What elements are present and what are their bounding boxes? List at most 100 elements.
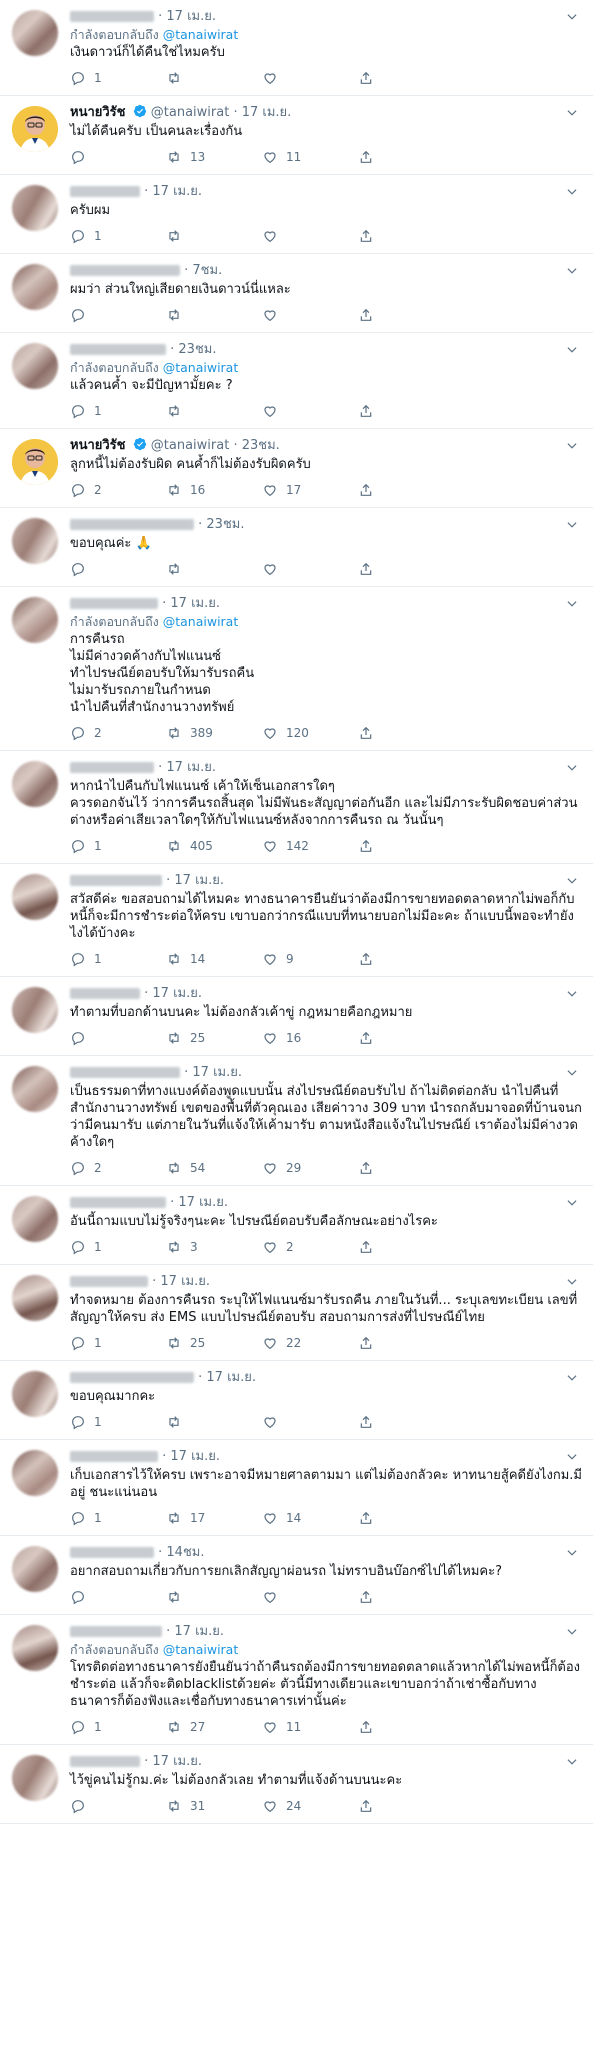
avatar[interactable]	[12, 1371, 58, 1417]
tweet[interactable]: · 17 เม.ย. ขอบคุณมากคะ 1	[0, 1361, 593, 1440]
share-button[interactable]	[358, 482, 382, 498]
avatar[interactable]	[12, 185, 58, 231]
timestamp[interactable]: 17 เม.ย.	[206, 1370, 256, 1385]
avatar[interactable]	[12, 1546, 58, 1592]
reply-handle-link[interactable]: @tanaiwirat	[163, 27, 239, 42]
like-button[interactable]	[262, 403, 358, 419]
reply-button[interactable]: 1	[70, 1719, 166, 1735]
avatar[interactable]	[12, 874, 58, 920]
retweet-button[interactable]	[166, 1414, 262, 1430]
timestamp[interactable]: 17 เม.ย.	[166, 760, 216, 775]
retweet-button[interactable]: 25	[166, 1335, 262, 1351]
avatar[interactable]	[12, 1755, 58, 1801]
chevron-down-icon[interactable]	[565, 597, 579, 611]
reply-button[interactable]: 2	[70, 482, 166, 498]
share-button[interactable]	[358, 1239, 382, 1255]
share-button[interactable]	[358, 228, 382, 244]
chevron-down-icon[interactable]	[565, 987, 579, 1001]
tweet[interactable]: หนายวิรัช @tanaiwirat · 23ชม. ลูกหนี้ไม่…	[0, 429, 593, 508]
like-button[interactable]	[262, 1414, 358, 1430]
share-button[interactable]	[358, 561, 382, 577]
reply-handle-link[interactable]: @tanaiwirat	[163, 360, 239, 375]
tweet[interactable]: · 17 เม.ย. สวัสดีค่ะ ขอสอบถามได้ไหมคะ ทา…	[0, 864, 593, 977]
timestamp[interactable]: 23ชม.	[242, 438, 280, 453]
like-button[interactable]	[262, 70, 358, 86]
share-button[interactable]	[358, 149, 382, 165]
share-button[interactable]	[358, 1510, 382, 1526]
tweet[interactable]: · 23ชม. ขอบคุณค่ะ 🙏	[0, 508, 593, 587]
timestamp[interactable]: 17 เม.ย.	[242, 105, 292, 120]
tweet[interactable]: · 23ชม. กำลังตอบกลับถึง @tanaiwirat แล้ว…	[0, 333, 593, 429]
share-button[interactable]	[358, 307, 382, 323]
reply-button[interactable]: 2	[70, 725, 166, 741]
share-button[interactable]	[358, 725, 382, 741]
retweet-button[interactable]: 16	[166, 482, 262, 498]
tweet[interactable]: · 7ชม. ผมว่า ส่วนใหญ่เสียดายเงินดาวน์นี่…	[0, 254, 593, 333]
like-button[interactable]: 11	[262, 149, 358, 165]
tweet[interactable]: หนายวิรัช @tanaiwirat · 17 เม.ย. ไม่ได้ค…	[0, 96, 593, 175]
avatar[interactable]	[12, 1275, 58, 1321]
timestamp[interactable]: 17 เม.ย.	[174, 1624, 224, 1639]
tweet[interactable]: · 17 เม.ย. ไว้ขู่คนไม่รู้กม.ค่ะ ไม่ต้องก…	[0, 1745, 593, 1824]
retweet-button[interactable]	[166, 307, 262, 323]
like-button[interactable]: 17	[262, 482, 358, 498]
share-button[interactable]	[358, 1030, 382, 1046]
timestamp[interactable]: 17 เม.ย.	[152, 184, 202, 199]
tweet[interactable]: · 17 เม.ย. กำลังตอบกลับถึง @tanaiwirat ก…	[0, 587, 593, 751]
share-button[interactable]	[358, 1414, 382, 1430]
like-button[interactable]: 9	[262, 951, 358, 967]
tweet[interactable]: · 17 เม.ย. เป็นธรรมดาที่ทางแบงค์ต้องพูดแ…	[0, 1056, 593, 1186]
like-button[interactable]: 14	[262, 1510, 358, 1526]
share-button[interactable]	[358, 838, 382, 854]
like-button[interactable]: 11	[262, 1719, 358, 1735]
retweet-button[interactable]: 25	[166, 1030, 262, 1046]
share-button[interactable]	[358, 1160, 382, 1176]
display-name[interactable]: หนายวิรัช	[70, 105, 125, 120]
chevron-down-icon[interactable]	[565, 761, 579, 775]
tweet[interactable]: · 17 เม.ย. ครับผม 1	[0, 175, 593, 254]
reply-button[interactable]: 1	[70, 1239, 166, 1255]
chevron-down-icon[interactable]	[565, 1625, 579, 1639]
avatar[interactable]	[12, 518, 58, 564]
chevron-down-icon[interactable]	[565, 518, 579, 532]
reply-button[interactable]: 1	[70, 1510, 166, 1526]
avatar-tanaiwirat[interactable]	[12, 439, 58, 485]
avatar[interactable]	[12, 10, 58, 56]
display-name[interactable]: หนายวิรัช	[70, 438, 125, 453]
tweet[interactable]: · 17 เม.ย. ทำตามที่บอกด้านบนคะ ไม่ต้องกล…	[0, 977, 593, 1056]
avatar[interactable]	[12, 761, 58, 807]
timestamp[interactable]: 17 เม.ย.	[170, 596, 220, 611]
retweet-button[interactable]	[166, 561, 262, 577]
retweet-button[interactable]: 17	[166, 1510, 262, 1526]
like-button[interactable]: 142	[262, 838, 358, 854]
chevron-down-icon[interactable]	[565, 1275, 579, 1289]
like-button[interactable]: 120	[262, 725, 358, 741]
timestamp[interactable]: 17 เม.ย.	[178, 1195, 228, 1210]
reply-button[interactable]	[70, 1030, 166, 1046]
retweet-button[interactable]	[166, 1589, 262, 1605]
like-button[interactable]: 29	[262, 1160, 358, 1176]
chevron-down-icon[interactable]	[565, 1546, 579, 1560]
tweet[interactable]: · 14ชม. อยากสอบถามเกี่ยวกับการยกเลิกสัญญ…	[0, 1536, 593, 1615]
like-button[interactable]	[262, 1589, 358, 1605]
share-button[interactable]	[358, 1335, 382, 1351]
retweet-button[interactable]: 389	[166, 725, 262, 741]
avatar[interactable]	[12, 264, 58, 310]
avatar[interactable]	[12, 343, 58, 389]
chevron-down-icon[interactable]	[565, 185, 579, 199]
chevron-down-icon[interactable]	[565, 106, 579, 120]
chevron-down-icon[interactable]	[565, 10, 579, 24]
reply-handle-link[interactable]: @tanaiwirat	[163, 614, 239, 629]
reply-button[interactable]: 2	[70, 1160, 166, 1176]
reply-button[interactable]	[70, 1589, 166, 1605]
avatar[interactable]	[12, 1625, 58, 1671]
chevron-down-icon[interactable]	[565, 439, 579, 453]
retweet-button[interactable]: 31	[166, 1798, 262, 1814]
like-button[interactable]: 2	[262, 1239, 358, 1255]
reply-button[interactable]: 1	[70, 70, 166, 86]
retweet-button[interactable]: 405	[166, 838, 262, 854]
like-button[interactable]: 16	[262, 1030, 358, 1046]
reply-button[interactable]	[70, 149, 166, 165]
share-button[interactable]	[358, 951, 382, 967]
chevron-down-icon[interactable]	[565, 343, 579, 357]
